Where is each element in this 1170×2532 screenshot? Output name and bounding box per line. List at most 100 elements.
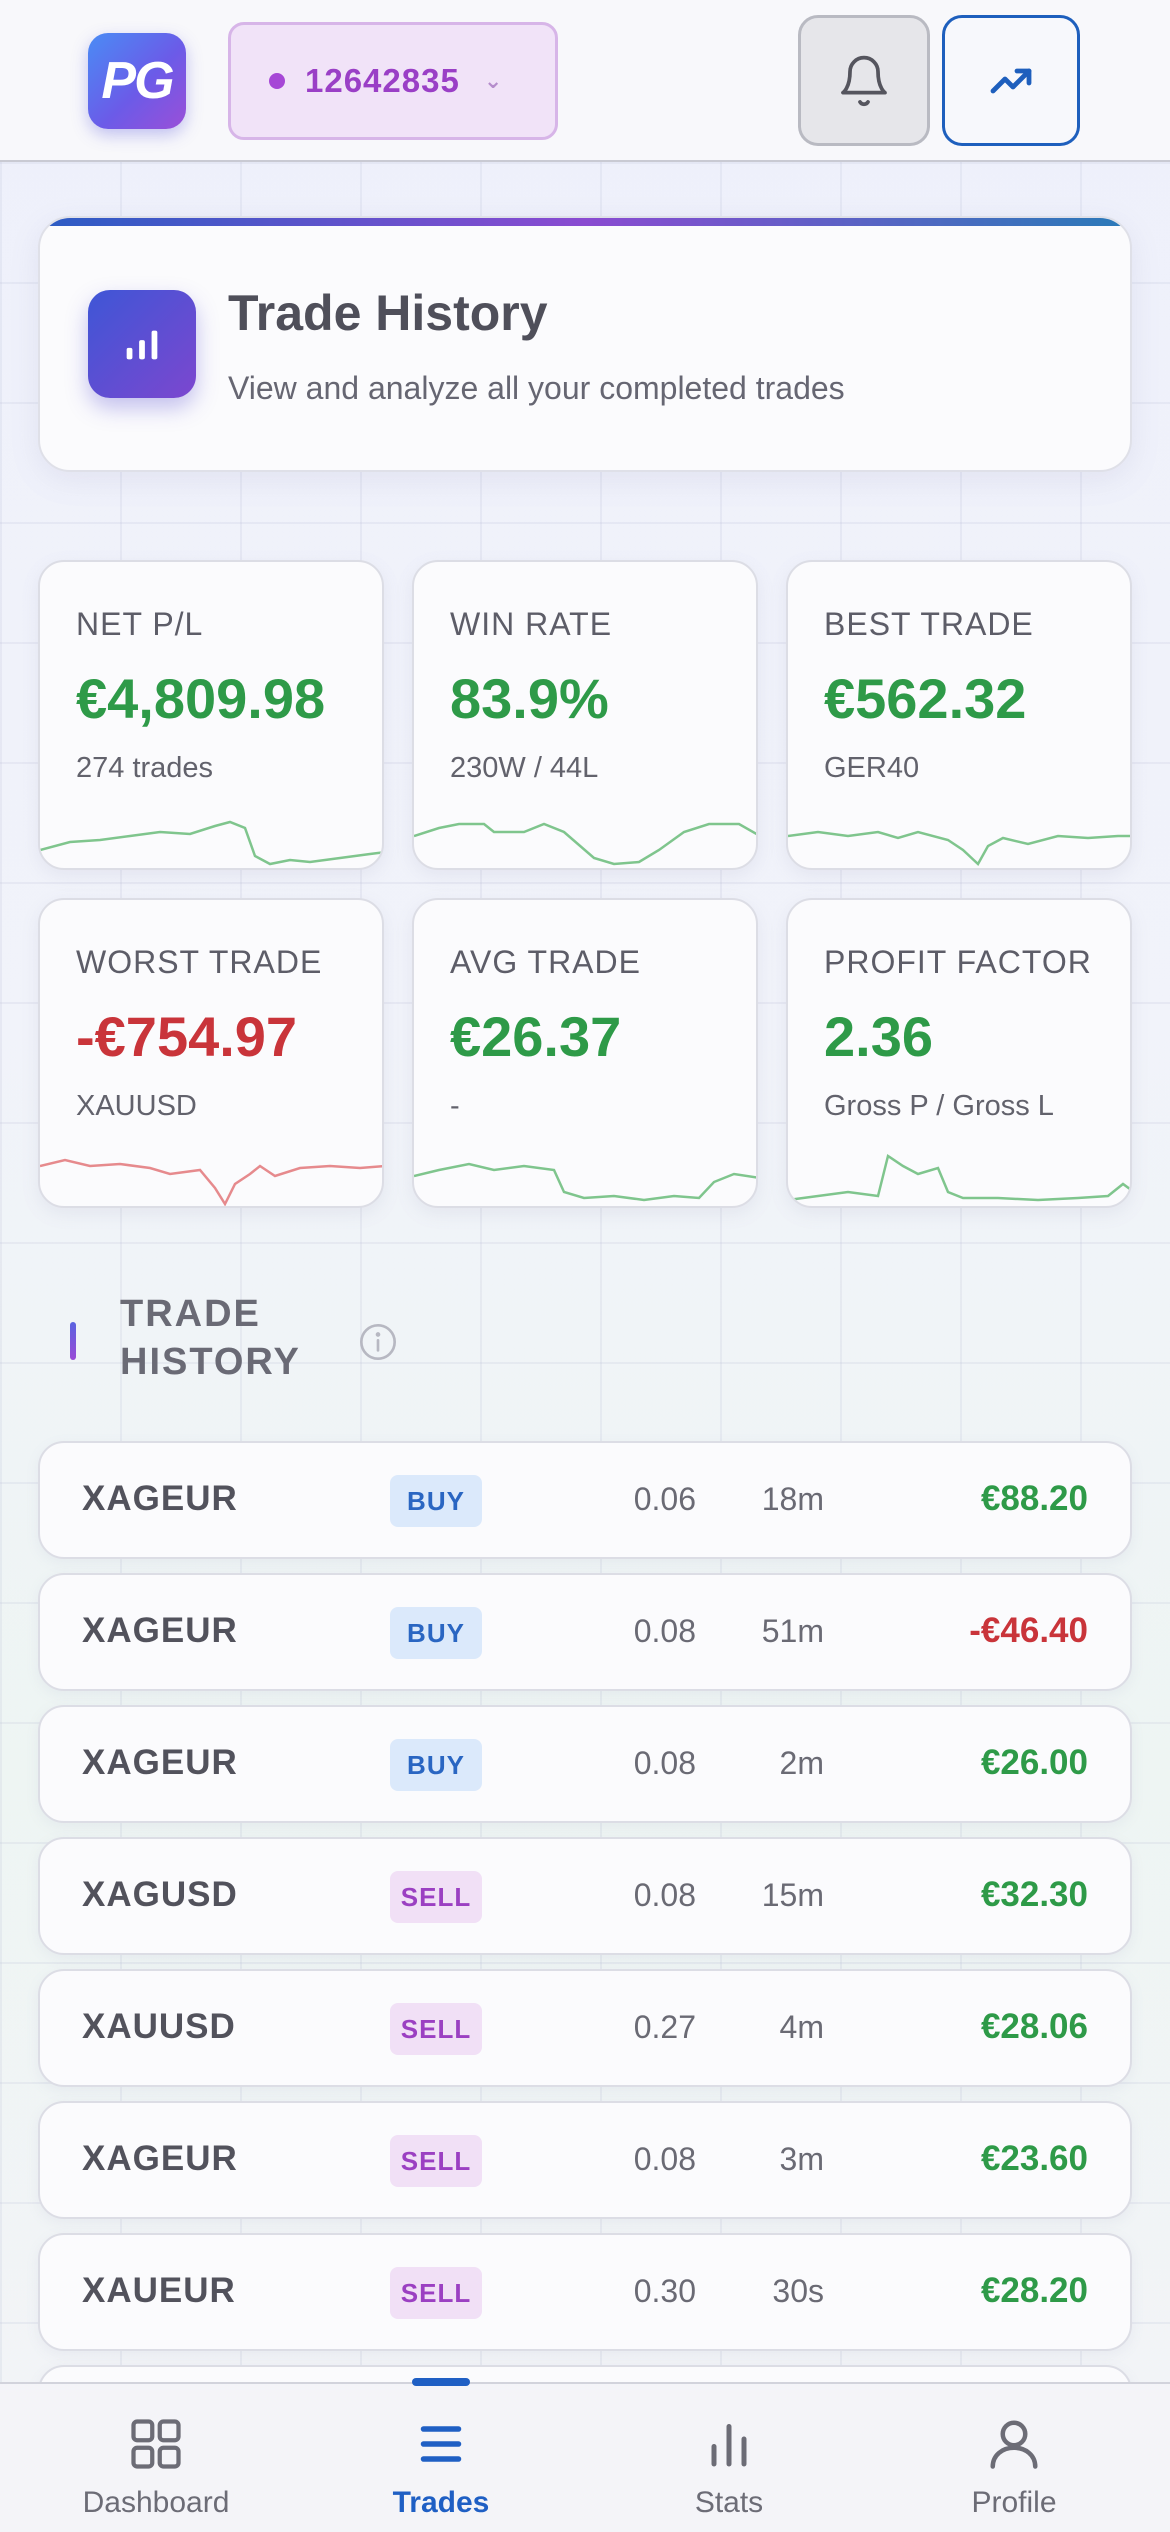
trade-row[interactable]: XAGEUR BUY 0.06 18m €88.20 (38, 1441, 1132, 1559)
sparkline (788, 830, 1130, 867)
stat-subtext: Gross P / Gross L (824, 1090, 1054, 1122)
trade-side-badge: BUY (390, 1475, 482, 1527)
info-icon[interactable] (358, 1322, 398, 1362)
page-title: Trade History (228, 285, 548, 341)
trade-pnl: -€46.40 (969, 1611, 1088, 1650)
trade-row[interactable]: XAGEUR SELL 0.08 3m €23.60 (38, 2101, 1132, 2219)
grid-icon (131, 2419, 181, 2469)
trade-symbol: XAGEUR (82, 1611, 238, 1650)
trade-side-badge: SELL (390, 1871, 482, 1923)
stat-value: €26.37 (450, 1005, 622, 1068)
sparkline (414, 822, 756, 866)
sparkline (788, 1153, 1130, 1202)
stat-card-best-trade[interactable]: BEST TRADE €562.32 GER40 (786, 560, 1132, 870)
trade-duration: 3m (779, 2141, 824, 2177)
section-title: TRADE HISTORY (120, 1293, 301, 1383)
stat-value: €562.32 (824, 667, 1027, 730)
trade-row[interactable]: XAUUSD SELL 0.27 4m €28.06 (38, 1969, 1132, 2087)
trade-symbol: XAGEUR (82, 1743, 238, 1782)
account-selector[interactable]: 12642835 ⌄ (228, 22, 558, 140)
stat-card-net-pl[interactable]: NET P/L €4,809.98 274 trades (38, 560, 384, 870)
trade-pnl: €32.30 (980, 1875, 1088, 1914)
nav-label: Profile (971, 2486, 1057, 2519)
stat-subtext: GER40 (824, 752, 920, 784)
stat-label: PROFIT FACTOR (824, 944, 1092, 980)
app-logo[interactable]: PG (88, 33, 186, 129)
list-icon (420, 2426, 462, 2462)
trade-symbol: XAGEUR (82, 1479, 238, 1518)
trade-duration: 2m (779, 1745, 824, 1781)
sparkline (40, 1158, 382, 1206)
trade-lot: 0.08 (633, 1745, 696, 1781)
bottom-navigation: Dashboard Trades Stats Profile (0, 2378, 1170, 2532)
trade-lot: 0.08 (633, 1613, 696, 1649)
trade-side-badge: SELL (390, 2135, 482, 2187)
trade-lot: 0.08 (633, 1877, 696, 1913)
trade-side-badge: SELL (390, 2267, 482, 2319)
trade-pnl: €88.20 (980, 1479, 1088, 1518)
trade-duration: 18m (761, 1481, 824, 1517)
page-subtitle: View and analyze all your completed trad… (228, 370, 845, 406)
stat-label: AVG TRADE (450, 944, 641, 980)
stat-value: 2.36 (824, 1005, 933, 1068)
stat-label: BEST TRADE (824, 606, 1034, 642)
trade-lot: 0.06 (633, 1481, 696, 1517)
stat-subtext: XAUUSD (76, 1090, 197, 1122)
trade-row[interactable]: XAGEUR BUY 0.08 51m -€46.40 (38, 1573, 1132, 1691)
chevron-down-icon: ⌄ (483, 68, 504, 93)
trade-lot: 0.30 (633, 2273, 696, 2309)
trade-symbol: XAUUSD (82, 2007, 236, 2046)
trade-side-badge: SELL (390, 2003, 482, 2055)
trends-button[interactable] (942, 15, 1080, 146)
trade-row[interactable]: XAGEUR BUY 0.08 2m €26.00 (38, 1705, 1132, 1823)
trade-symbol: XAUEUR (82, 2271, 236, 2310)
stat-subtext: 274 trades (76, 752, 214, 784)
stat-card-worst-trade[interactable]: WORST TRADE -€754.97 XAUUSD (38, 898, 384, 1208)
trade-symbol: XAGUSD (82, 1875, 238, 1914)
account-status-dot (269, 73, 285, 89)
nav-label: Dashboard (82, 2486, 230, 2519)
sparkline (40, 820, 382, 866)
nav-profile[interactable]: Profile (868, 2384, 1160, 2532)
trade-lot: 0.27 (633, 2009, 696, 2045)
nav-label: Stats (694, 2486, 764, 2519)
trade-pnl: €28.06 (980, 2007, 1088, 2046)
trade-side-badge: BUY (390, 1739, 482, 1791)
stat-label: WORST TRADE (76, 944, 323, 980)
bar-chart-icon (711, 2424, 747, 2467)
trade-pnl: €23.60 (980, 2139, 1088, 2178)
trade-pnl: €28.20 (980, 2271, 1088, 2310)
nav-label: Trades (392, 2486, 490, 2519)
trade-duration: 30s (772, 2273, 824, 2309)
section-accent-bar (70, 1322, 76, 1360)
stat-subtext: - (450, 1090, 460, 1122)
trending-up-icon (990, 68, 1032, 93)
sparkline (414, 1162, 756, 1202)
trade-pnl: €26.00 (980, 1743, 1088, 1782)
trade-duration: 4m (779, 2009, 824, 2045)
stat-value: -€754.97 (76, 1005, 298, 1068)
trade-symbol: XAGEUR (82, 2139, 238, 2178)
page-header-card: Trade History View and analyze all your … (38, 216, 1132, 472)
nav-trades[interactable]: Trades (295, 2384, 587, 2532)
chart-icon (88, 290, 196, 398)
nav-stats[interactable]: Stats (583, 2384, 875, 2532)
stat-card-avg-trade[interactable]: AVG TRADE €26.37 - (412, 898, 758, 1208)
trade-duration: 51m (761, 1613, 824, 1649)
stat-label: WIN RATE (450, 606, 613, 642)
stat-subtext: 230W / 44L (450, 752, 599, 784)
stat-value: 83.9% (450, 667, 609, 730)
bell-icon (841, 55, 887, 106)
stat-value: €4,809.98 (76, 667, 326, 730)
trade-row[interactable]: XAUEUR SELL 0.30 30s €28.20 (38, 2233, 1132, 2351)
nav-dashboard[interactable]: Dashboard (10, 2384, 302, 2532)
account-number: 12642835 (305, 62, 460, 99)
trade-side-badge: BUY (390, 1607, 482, 1659)
trade-row[interactable]: XAGUSD SELL 0.08 15m €32.30 (38, 1837, 1132, 1955)
stat-card-profit-factor[interactable]: PROFIT FACTOR 2.36 Gross P / Gross L (786, 898, 1132, 1208)
user-icon (990, 2420, 1038, 2469)
trade-lot: 0.08 (633, 2141, 696, 2177)
stat-card-win-rate[interactable]: WIN RATE 83.9% 230W / 44L (412, 560, 758, 870)
notifications-button[interactable] (798, 15, 930, 146)
stat-label: NET P/L (76, 606, 204, 642)
